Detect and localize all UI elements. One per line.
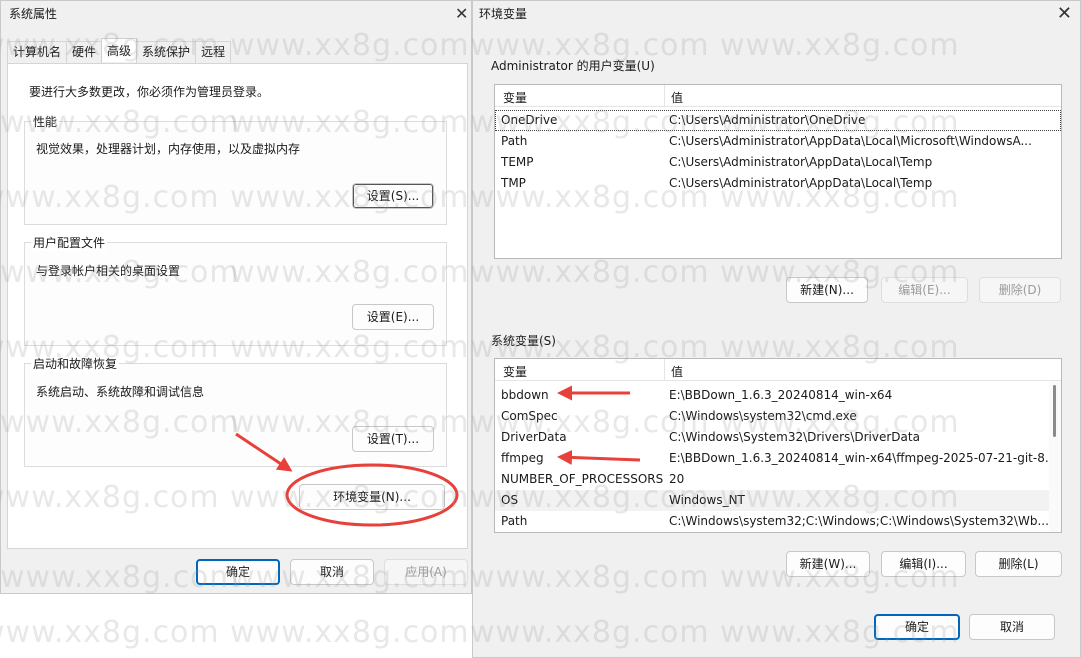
user-profile-title: 用户配置文件 — [31, 234, 108, 251]
startup-recovery-desc: 系统启动、系统故障和调试信息 — [36, 385, 205, 399]
advanced-tab-page: 要进行大多数更改，你必须作为管理员登录。 性能 视觉效果，处理器计划，内存使用，… — [7, 63, 468, 549]
list-item[interactable]: bbdown E:\BBDown_1.6.3_20240814_win-x64 — [495, 385, 1061, 406]
var-name: TMP — [501, 176, 526, 190]
list-item[interactable]: NUMBER_OF_PROCESSORS 20 — [495, 469, 1061, 490]
user-profile-group: 用户配置文件 与登录帐户相关的桌面设置 设置(E)... — [24, 234, 447, 346]
var-value: C:\Users\Administrator\AppData\Local\Mic… — [669, 134, 1032, 148]
var-name: ComSpec — [501, 409, 558, 423]
user-profile-settings-button[interactable]: 设置(E)... — [352, 304, 434, 330]
system-delete-button[interactable]: 删除(L) — [975, 551, 1062, 577]
env-ok-button[interactable]: 确定 — [874, 614, 960, 640]
var-value: C:\Users\Administrator\OneDrive — [669, 113, 866, 127]
var-value: C:\Users\Administrator\AppData\Local\Tem… — [669, 176, 933, 190]
window-close-icon[interactable]: ✕ — [1057, 3, 1072, 24]
scroll-thumb[interactable] — [1053, 385, 1056, 437]
performance-group: 性能 视觉效果，处理器计划，内存使用，以及虚拟内存 设置(S)... — [24, 113, 447, 225]
column-divider[interactable] — [664, 85, 665, 107]
system-vars-scrollbar[interactable] — [1049, 381, 1061, 532]
user-delete-button[interactable]: 删除(D) — [979, 277, 1061, 303]
sys-col-variable[interactable]: 变量 — [503, 363, 527, 380]
var-value: C:\Windows\system32\cmd.exe — [669, 409, 857, 423]
system-properties-dialog: 系统属性 计算机名 硬件 高级 系统保护 远程 要进行大多数更改，你必须作为管理… — [0, 0, 472, 594]
system-edit-button[interactable]: 编辑(I)... — [881, 551, 966, 577]
var-name: Path — [501, 134, 528, 148]
var-name: OneDrive — [501, 113, 558, 127]
sysprops-cancel-button[interactable]: 取消 — [290, 559, 374, 585]
user-vars-list[interactable]: 变量 值 OneDrive C:\Users\Administrator\One… — [494, 84, 1062, 259]
list-item[interactable]: OneDrive C:\Users\Administrator\OneDrive — [495, 110, 1061, 131]
var-name: OS — [501, 493, 519, 507]
user-col-variable[interactable]: 变量 — [503, 89, 527, 106]
startup-recovery-group: 启动和故障恢复 系统启动、系统故障和调试信息 设置(T)... — [24, 355, 447, 467]
user-edit-button[interactable]: 编辑(E)... — [881, 277, 968, 303]
var-value: Windows_NT — [669, 493, 745, 507]
env-cancel-button[interactable]: 取消 — [969, 614, 1055, 640]
environment-variables-button[interactable]: 环境变量(N)... — [299, 484, 445, 510]
var-value: E:\BBDown_1.6.3_20240814_win-x64\ffmpeg-… — [669, 451, 1057, 465]
environment-variables-dialog: 环境变量 ✕ Administrator 的用户变量(U) 变量 值 OneDr… — [472, 0, 1081, 658]
user-new-button[interactable]: 新建(N)... — [786, 277, 868, 303]
sysprops-title: 系统属性 — [9, 7, 58, 21]
var-value: C:\Windows\System32\Drivers\DriverData — [669, 430, 920, 444]
startup-recovery-settings-button[interactable]: 设置(T)... — [352, 426, 434, 452]
performance-desc: 视觉效果，处理器计划，内存使用，以及虚拟内存 — [36, 142, 301, 156]
sys-col-value[interactable]: 值 — [671, 363, 683, 380]
user-vars-header: 变量 值 — [495, 85, 1061, 107]
env-title: 环境变量 — [479, 7, 528, 21]
list-item[interactable]: Path C:\Users\Administrator\AppData\Loca… — [495, 131, 1061, 152]
sysprops-apply-button[interactable]: 应用(A) — [384, 559, 468, 585]
list-item[interactable]: ComSpec C:\Windows\system32\cmd.exe — [495, 406, 1061, 427]
list-item[interactable]: TMP C:\Users\Administrator\AppData\Local… — [495, 173, 1061, 194]
list-item[interactable]: Path C:\Windows\system32;C:\Windows;C:\W… — [495, 511, 1061, 532]
list-item[interactable]: OS Windows_NT — [495, 490, 1061, 511]
var-name: Path — [501, 514, 528, 528]
system-vars-list[interactable]: 变量 值 bbdown E:\BBDown_1.6.3_20240814_win… — [494, 358, 1062, 533]
var-value: C:\Windows\system32;C:\Windows;C:\Window… — [669, 514, 1049, 528]
tab-hardware[interactable]: 硬件 — [66, 41, 103, 63]
startup-recovery-title: 启动和故障恢复 — [31, 355, 120, 372]
sysprops-tabs: 计算机名 硬件 高级 系统保护 远程 — [7, 38, 232, 63]
performance-title: 性能 — [31, 113, 60, 130]
var-value: 20 — [669, 472, 685, 486]
blank-area — [0, 594, 472, 658]
sysprops-ok-button[interactable]: 确定 — [196, 559, 280, 585]
system-vars-label: 系统变量(S) — [491, 334, 556, 348]
performance-settings-button[interactable]: 设置(S)... — [352, 183, 434, 209]
admin-note: 要进行大多数更改，你必须作为管理员登录。 — [29, 85, 270, 99]
var-value: E:\BBDown_1.6.3_20240814_win-x64 — [669, 388, 893, 402]
var-value: C:\Users\Administrator\AppData\Local\Tem… — [669, 155, 933, 169]
tab-computer-name[interactable]: 计算机名 — [7, 41, 68, 63]
var-name: bbdown — [501, 388, 549, 402]
close-icon[interactable]: ✕ — [455, 4, 468, 23]
column-divider[interactable] — [664, 359, 665, 381]
system-new-button[interactable]: 新建(W)... — [786, 551, 870, 577]
tab-system-protection[interactable]: 系统保护 — [136, 41, 197, 63]
tab-advanced[interactable]: 高级 — [101, 38, 138, 62]
var-name: TEMP — [501, 155, 534, 169]
user-col-value[interactable]: 值 — [671, 89, 683, 106]
system-vars-header: 变量 值 — [495, 359, 1061, 381]
user-profile-desc: 与登录帐户相关的桌面设置 — [36, 264, 181, 278]
user-vars-label: Administrator 的用户变量(U) — [491, 59, 655, 73]
var-name: ffmpeg — [501, 451, 544, 465]
list-item[interactable]: DriverData C:\Windows\System32\Drivers\D… — [495, 427, 1061, 448]
list-item[interactable]: TEMP C:\Users\Administrator\AppData\Loca… — [495, 152, 1061, 173]
tab-remote[interactable]: 远程 — [195, 41, 232, 63]
list-item[interactable]: ffmpeg E:\BBDown_1.6.3_20240814_win-x64\… — [495, 448, 1061, 469]
var-name: NUMBER_OF_PROCESSORS — [501, 472, 664, 486]
var-name: DriverData — [501, 430, 567, 444]
